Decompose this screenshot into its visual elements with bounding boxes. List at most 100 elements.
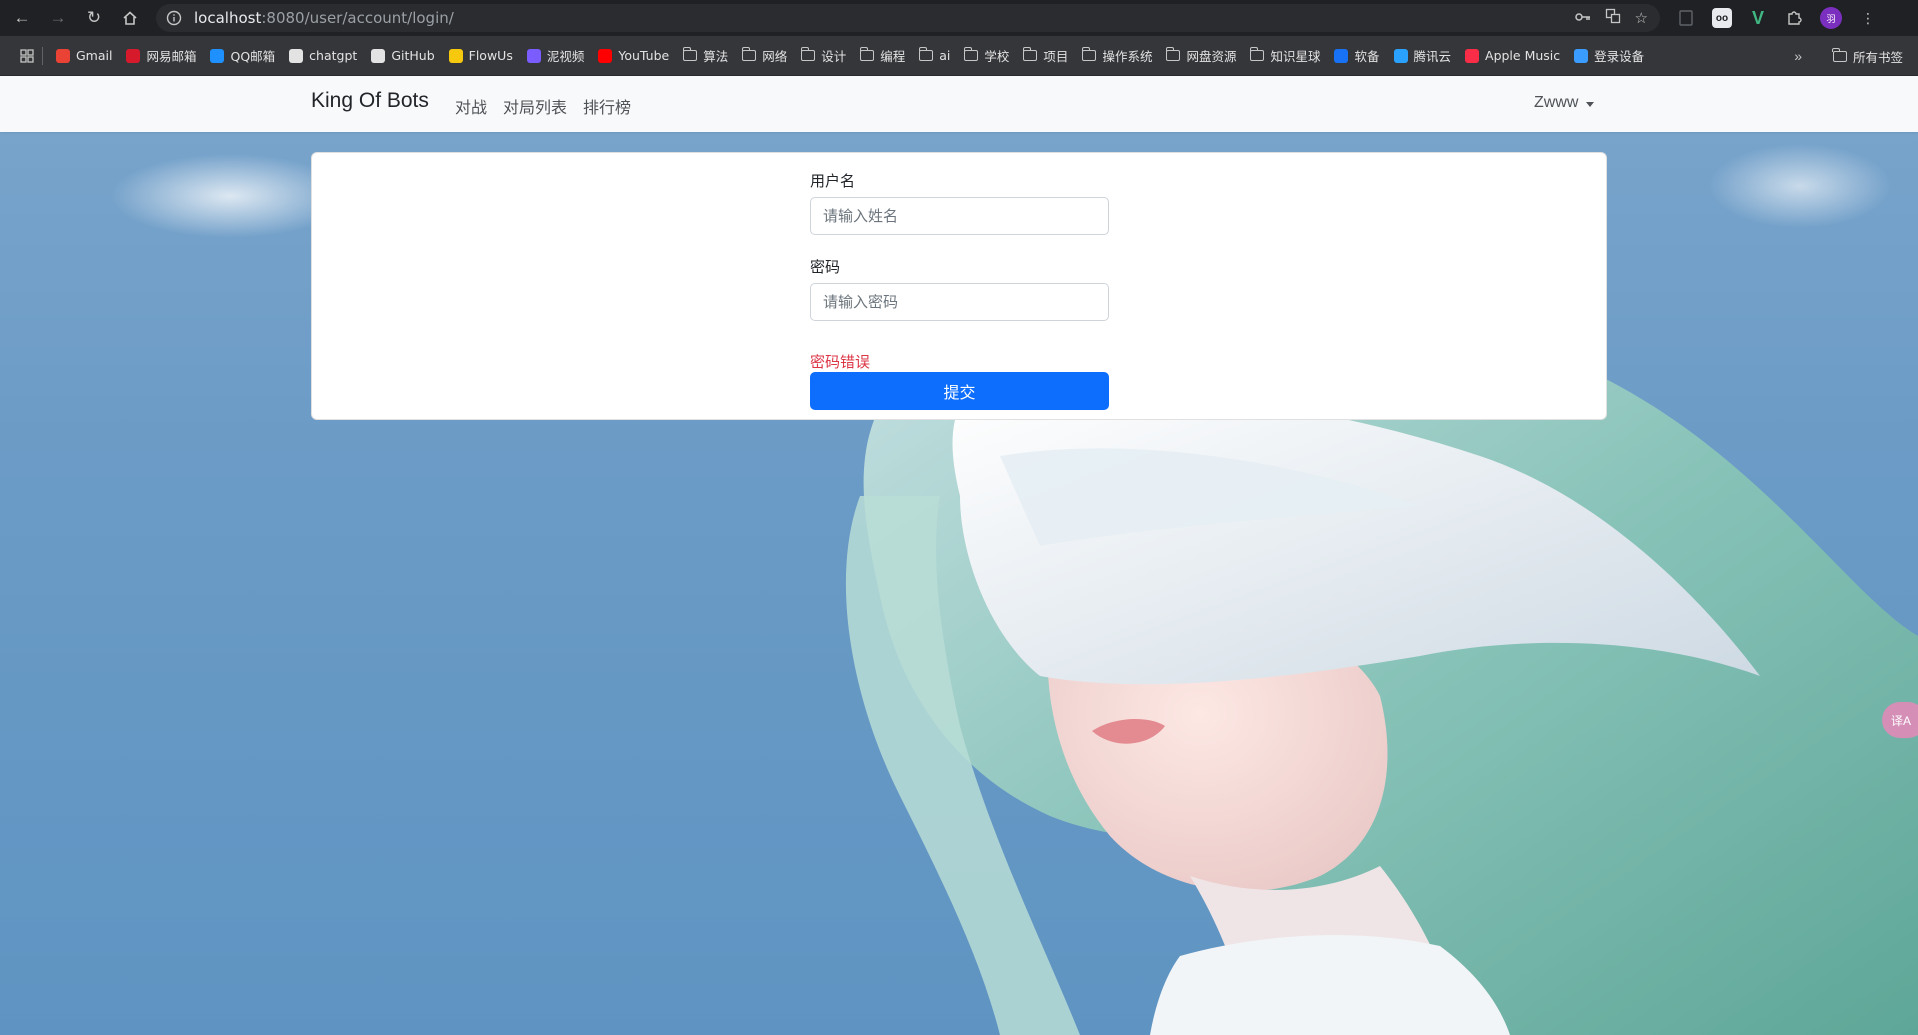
bookmark-item[interactable]: FlowUs bbox=[442, 42, 520, 70]
password-label: 密码 bbox=[810, 259, 841, 276]
profile-avatar[interactable]: 羽 bbox=[1820, 7, 1842, 29]
submit-button[interactable]: 提交 bbox=[810, 372, 1109, 410]
address-bar[interactable]: localhost:8080/user/account/login/ ☆ bbox=[156, 4, 1660, 32]
bookmark-item[interactable]: GitHub bbox=[364, 42, 441, 70]
bookmark-item[interactable]: 学校 bbox=[957, 42, 1016, 70]
all-bookmarks-label: 所有书签 bbox=[1852, 49, 1903, 65]
bookmark-label: YouTube bbox=[618, 48, 670, 63]
bookmark-item[interactable]: YouTube bbox=[591, 42, 676, 70]
password-key-icon[interactable] bbox=[1574, 10, 1591, 27]
netease-mail-icon bbox=[126, 48, 141, 63]
bookmark-label: Gmail bbox=[76, 48, 113, 63]
home-icon[interactable] bbox=[112, 0, 148, 36]
site-info-icon[interactable] bbox=[160, 10, 188, 26]
bookmark-item[interactable]: Apple Music bbox=[1458, 42, 1567, 70]
bookmark-label: 操作系统 bbox=[1102, 49, 1153, 64]
bookmark-item[interactable]: 编程 bbox=[853, 42, 912, 70]
bookmark-label: 设计 bbox=[821, 49, 847, 64]
vue-devtools-icon[interactable]: V bbox=[1748, 8, 1768, 28]
github-icon bbox=[371, 48, 386, 63]
bookmark-item[interactable]: 算法 bbox=[676, 42, 735, 70]
tencent-cloud-icon bbox=[1393, 48, 1408, 63]
bookmark-item[interactable]: QQ邮箱 bbox=[203, 42, 282, 70]
bookmark-label: QQ邮箱 bbox=[230, 49, 276, 64]
bookmark-label: ai bbox=[939, 48, 951, 63]
bookmark-item[interactable]: 网易邮箱 bbox=[119, 42, 203, 70]
bookmark-item[interactable]: 设计 bbox=[794, 42, 853, 70]
bookmark-item[interactable]: 登录设备 bbox=[1567, 42, 1651, 70]
translate-widget[interactable]: 译A bbox=[1882, 702, 1918, 738]
bookmark-item[interactable]: 操作系统 bbox=[1075, 42, 1159, 70]
folder-icon bbox=[963, 47, 979, 61]
bookmark-label: 项目 bbox=[1043, 49, 1069, 64]
bookmarks-divider bbox=[42, 46, 43, 65]
bookmark-label: 知识星球 bbox=[1270, 49, 1321, 64]
bookmark-label: 软备 bbox=[1354, 49, 1380, 64]
brand-logo[interactable]: King Of Bots bbox=[311, 89, 429, 113]
bookmarks-bar: Gmail 网易邮箱 QQ邮箱 chatgpt GitHub FlowUs 泥视频 YouTu… bbox=[0, 36, 1918, 76]
flowus-icon bbox=[448, 48, 463, 63]
folder-icon bbox=[1022, 47, 1038, 61]
bookmark-item[interactable]: 软备 bbox=[1327, 42, 1386, 70]
all-bookmarks-folder[interactable]: 所有书签 bbox=[1826, 42, 1910, 70]
folder-icon bbox=[682, 47, 698, 61]
user-dropdown[interactable]: Zwww bbox=[1534, 94, 1595, 112]
browser-menu-icon[interactable]: ⋮ bbox=[1858, 8, 1878, 28]
nav-link-battle[interactable]: 对战 bbox=[455, 94, 487, 118]
username-input[interactable] bbox=[810, 197, 1109, 235]
login-card: 用户名 密码 密码错误 提交 bbox=[311, 152, 1607, 420]
url-text: localhost:8080/user/account/login/ bbox=[194, 9, 454, 27]
bookmark-star-icon[interactable]: ☆ bbox=[1635, 9, 1648, 27]
bookmark-label: 算法 bbox=[703, 49, 729, 64]
extensions-puzzle-icon[interactable] bbox=[1784, 8, 1804, 28]
bookmark-label: 网盘资源 bbox=[1186, 49, 1237, 64]
bookmark-item[interactable]: chatgpt bbox=[282, 42, 364, 70]
bookmark-item[interactable]: 项目 bbox=[1016, 42, 1075, 70]
reading-list-icon[interactable] bbox=[1676, 8, 1696, 28]
bookmark-item[interactable]: Gmail bbox=[49, 42, 119, 70]
username-label: 用户名 bbox=[810, 173, 856, 190]
bookmark-item[interactable]: 网络 bbox=[735, 42, 794, 70]
bookmark-item[interactable]: 泥视频 bbox=[520, 42, 592, 70]
top-navbar: King Of Bots 对战 对局列表 排行榜 Zwww bbox=[0, 76, 1918, 132]
bookmark-label: FlowUs bbox=[468, 48, 513, 63]
password-input[interactable] bbox=[810, 283, 1109, 321]
extension-oo-icon[interactable]: oo bbox=[1712, 8, 1732, 28]
forward-icon[interactable]: → bbox=[40, 0, 76, 36]
nav-link-record-list[interactable]: 对局列表 bbox=[503, 94, 567, 118]
folder-icon bbox=[741, 47, 757, 61]
bookmark-label: 网易邮箱 bbox=[146, 49, 197, 64]
bookmark-label: 泥视频 bbox=[546, 49, 585, 64]
bookmark-item[interactable]: 腾讯云 bbox=[1387, 42, 1459, 70]
bookmark-item[interactable]: 知识星球 bbox=[1243, 42, 1327, 70]
error-message: 密码错误 bbox=[810, 354, 871, 371]
folder-icon bbox=[1249, 47, 1265, 61]
apple-music-icon bbox=[1465, 48, 1480, 63]
translate-page-icon[interactable] bbox=[1605, 8, 1621, 28]
bookmark-label: GitHub bbox=[391, 48, 435, 63]
more-bookmarks-icon[interactable]: » bbox=[1794, 42, 1802, 70]
mi-icon bbox=[1574, 48, 1589, 63]
folder-icon bbox=[1165, 47, 1181, 61]
back-icon[interactable]: ← bbox=[4, 0, 40, 36]
youtube-icon bbox=[598, 48, 613, 63]
browser-toolbar: ← → ↻ localhost:8080/user/account/login/… bbox=[0, 0, 1918, 36]
folder-icon bbox=[1832, 47, 1847, 62]
chatgpt-icon bbox=[289, 48, 304, 63]
bookmark-label: Apple Music bbox=[1485, 48, 1561, 63]
bookmark-item[interactable]: 网盘资源 bbox=[1159, 42, 1243, 70]
bookmark-item[interactable]: ai bbox=[912, 42, 957, 70]
apps-grid-icon[interactable] bbox=[16, 42, 38, 70]
gmail-icon bbox=[56, 48, 70, 63]
url-host: localhost bbox=[194, 9, 262, 27]
reload-icon[interactable]: ↻ bbox=[76, 0, 112, 36]
video-icon bbox=[526, 48, 541, 63]
zhihu-icon bbox=[1334, 48, 1349, 63]
translate-icon: 译A bbox=[1891, 713, 1912, 728]
nav-link-ranklist[interactable]: 排行榜 bbox=[583, 94, 631, 118]
username-label: Zwww bbox=[1534, 94, 1579, 111]
qq-mail-icon bbox=[210, 48, 225, 63]
bookmark-label: 学校 bbox=[984, 49, 1010, 64]
caret-down-icon bbox=[1586, 101, 1595, 107]
folder-icon bbox=[859, 47, 875, 61]
